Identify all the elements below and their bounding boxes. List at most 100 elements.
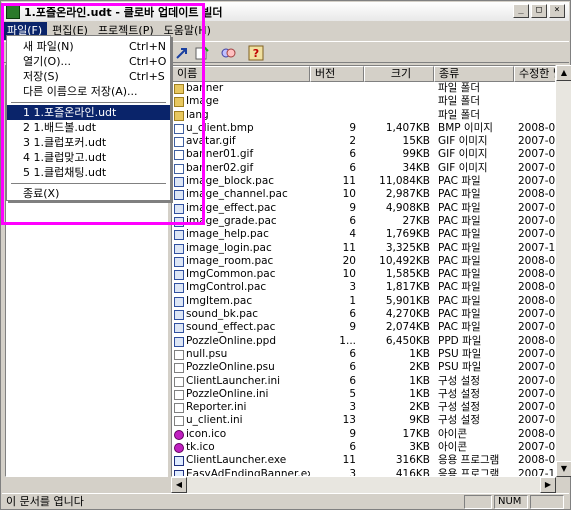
text-icon (174, 403, 184, 414)
file-date: 2008-03 (518, 334, 556, 347)
column-modified[interactable]: 수정한 날 (514, 66, 555, 82)
app-window: 1.포즐온라인.udt - 클로바 업데이트 빌더 _ □ × 파일(F) 편집… (0, 0, 571, 510)
file-name: EasyAdEndingBanner.exe (186, 467, 310, 477)
file-row[interactable]: ClientLauncher.ini 6 1KB 구성 설정 2007-06 (172, 375, 555, 388)
file-name: banner02.gif (186, 161, 254, 174)
file-version: 5 (349, 387, 356, 400)
column-size[interactable]: 크기 (364, 66, 434, 82)
file-row[interactable]: u_client.bmp 9 1,407KB BMP 이미지 2008-02 (172, 122, 555, 135)
window-controls: _ □ × (513, 4, 565, 18)
file-date (514, 82, 555, 95)
menu-item-open[interactable]: 열기(O)... Ctrl+O (7, 54, 170, 69)
file-row[interactable]: image_help.pac 4 1,769KB PAC 파일 2007-06 (172, 228, 555, 241)
file-date: 2008-03 (518, 281, 556, 294)
file-size: 3KB (409, 441, 430, 454)
file-name: Reporter.ini (186, 401, 247, 414)
scroll-down-icon[interactable]: ▼ (556, 461, 571, 477)
file-date: 2007-08 (518, 441, 556, 454)
file-row[interactable]: image_channel.pac 10 2,987KB PAC 파일 2008-02 (172, 188, 555, 201)
file-size: 17KB (402, 427, 430, 440)
recent-file-4[interactable]: 4 1.클럽맞고.udt (7, 150, 170, 165)
file-version: 10 (342, 188, 356, 201)
menu-item-new[interactable]: 새 파일(N) Ctrl+N (7, 39, 170, 54)
vertical-scrollbar[interactable]: ▲ ▼ (556, 65, 571, 477)
add-icon[interactable] (194, 45, 210, 61)
file-row[interactable]: PozzleOnline.ini 5 1KB 구성 설정 2007-05 (172, 388, 555, 401)
file-row[interactable]: EasyAdEndingBanner.exe 3 416KB 응용 프로그램 2007-… (172, 467, 555, 477)
column-version[interactable]: 버전 (310, 66, 364, 82)
menu-item-exit[interactable]: 종료(X) (7, 186, 170, 201)
scroll-left-icon[interactable]: ◀ (171, 477, 187, 493)
recent-file-1[interactable]: 1 1.포즐온라인.udt (7, 105, 170, 120)
file-size: 99KB (402, 148, 430, 161)
file-version: 1 (349, 294, 356, 307)
file-version: 6 (349, 308, 356, 321)
status-message: 이 문서를 엽니다 (6, 495, 84, 508)
file-date: 2007-09 (518, 201, 556, 214)
scroll-up-icon[interactable]: ▲ (556, 65, 571, 81)
arrow-icon[interactable] (174, 45, 190, 61)
file-row[interactable]: image_grade.pac 6 27KB PAC 파일 2007-06 (172, 215, 555, 228)
menu-item-save-as[interactable]: 다른 이름으로 저장(A)... (7, 84, 170, 99)
file-row[interactable]: image_login.pac 11 3,325KB PAC 파일 2007-12 (172, 242, 555, 255)
file-name: image_login.pac (186, 241, 272, 254)
column-name[interactable]: 이름 (172, 66, 310, 82)
file-row[interactable]: PozzleOnline.psu 6 2KB PSU 파일 2007-06 (172, 361, 555, 374)
settings-icon[interactable] (220, 45, 236, 61)
title-bar[interactable]: 1.포즐온라인.udt - 클로바 업데이트 빌더 _ □ × (2, 2, 569, 21)
recent-file-3[interactable]: 3 1.클럽포커.udt (7, 135, 170, 150)
folder-icon (174, 97, 184, 108)
file-row[interactable]: avatar.gif 2 15KB GIF 이미지 2007-08 (172, 135, 555, 148)
menu-item-save[interactable]: 저장(S) Ctrl+S (7, 69, 170, 84)
file-row[interactable]: image_block.pac 11 11,084KB PAC 파일 2007-09 (172, 175, 555, 188)
file-list[interactable]: 이름 버전 크기 종류 수정한 날 banner파일 폴더Image파일 폴더l… (171, 65, 556, 477)
file-row[interactable]: ImgCommon.pac 10 1,585KB PAC 파일 2008-03 (172, 268, 555, 281)
file-row[interactable]: Image 파일 폴더 (172, 95, 555, 108)
recent-file-2[interactable]: 2 1.배드볼.udt (7, 120, 170, 135)
file-row[interactable]: null.psu 6 1KB PSU 파일 2007-04 (172, 348, 555, 361)
folder-icon (174, 110, 184, 121)
file-row[interactable]: image_room.pac 20 10,492KB PAC 파일 2008-02 (172, 255, 555, 268)
text-icon (174, 389, 184, 400)
file-name: banner01.gif (186, 148, 254, 161)
text-icon (174, 376, 184, 387)
file-size: 15KB (402, 135, 430, 148)
file-name: image_grade.pac (186, 214, 277, 227)
file-size: 5,901KB (385, 294, 430, 307)
file-name: u_client.ini (186, 414, 243, 427)
scroll-right-icon[interactable]: ▶ (540, 477, 556, 493)
file-name: avatar.gif (186, 135, 236, 148)
file-row[interactable]: u_client.ini 13 9KB 구성 설정 2007-09 (172, 414, 555, 427)
file-name: ImgCommon.pac (186, 268, 276, 281)
file-type: PSU 파일 (438, 347, 482, 360)
file-row[interactable]: sound_effect.pac 9 2,074KB PAC 파일 2007-07 (172, 321, 555, 334)
file-row[interactable]: tk.ico 6 3KB 아이콘 2007-08 (172, 441, 555, 454)
file-name: ImgControl.pac (186, 281, 267, 294)
file-row[interactable]: image_effect.pac 9 4,908KB PAC 파일 2007-09 (172, 202, 555, 215)
minimize-button[interactable]: _ (513, 4, 529, 18)
maximize-button[interactable]: □ (531, 4, 547, 18)
file-size (364, 95, 434, 108)
file-row[interactable]: banner02.gif 6 34KB GIF 이미지 2007-04 (172, 162, 555, 175)
file-row[interactable]: banner 파일 폴더 (172, 82, 555, 95)
file-row[interactable]: ImgControl.pac 3 1,817KB PAC 파일 2008-03 (172, 281, 555, 294)
file-row[interactable]: ClientLauncher.exe 11 316KB 응용 프로그램 2008-01 (172, 454, 555, 467)
help-icon[interactable]: ? (248, 45, 264, 61)
file-type: 구성 설정 (438, 414, 480, 427)
file-version: 4 (349, 228, 356, 241)
pac-icon (174, 203, 184, 214)
file-row[interactable]: sound_bk.pac 6 4,270KB PAC 파일 2007-06 (172, 308, 555, 321)
close-button[interactable]: × (549, 4, 565, 18)
file-row[interactable]: icon.ico 9 17KB 아이콘 2008-02 (172, 428, 555, 441)
file-row[interactable]: ImgItem.pac 1 5,901KB PAC 파일 2008-01 (172, 295, 555, 308)
column-type[interactable]: 종류 (434, 66, 514, 82)
file-row[interactable]: PozzleOnline.ppd 1... 6,450KB PPD 파일 2008-03 (172, 335, 555, 348)
file-row[interactable]: banner01.gif 6 99KB GIF 이미지 2007-04 (172, 148, 555, 161)
file-row[interactable]: Reporter.ini 3 2KB 구성 설정 2007-05 (172, 401, 555, 414)
horizontal-scrollbar[interactable]: ◀ ▶ (171, 477, 556, 493)
recent-file-5[interactable]: 5 1.클럽채팅.udt (7, 165, 170, 180)
file-row[interactable]: lang 파일 폴더 (172, 109, 555, 122)
image-icon (174, 163, 184, 174)
file-size: 1,769KB (385, 228, 430, 241)
file-date: 2007-05 (518, 387, 556, 400)
